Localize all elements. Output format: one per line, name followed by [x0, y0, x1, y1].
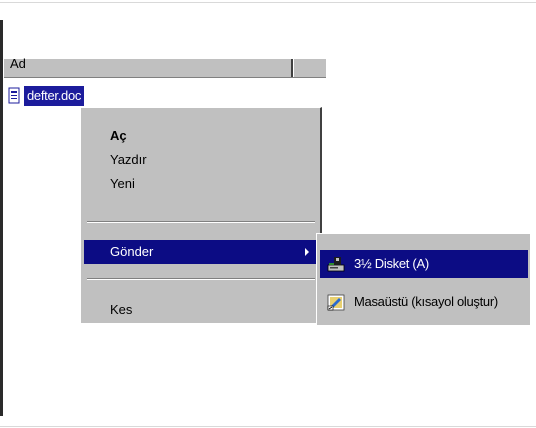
submenu-item-desktop[interactable]: Masaüstü (kısayol oluştur): [320, 288, 528, 316]
floppy-drive-icon: [327, 257, 345, 272]
menu-item-cut[interactable]: Kes: [84, 298, 317, 322]
window-left-edge: [0, 20, 3, 416]
menu-item-open[interactable]: Aç: [84, 124, 317, 148]
column-header-bar[interactable]: Ad: [4, 56, 326, 78]
bottom-rule: [0, 426, 536, 427]
submenu-item-floppy-label: 3½ Disket (A): [354, 256, 429, 271]
submenu-arrow-icon: [305, 248, 309, 256]
submenu-item-desktop-label: Masaüstü (kısayol oluştur): [354, 294, 498, 309]
menu-item-new[interactable]: Yeni: [84, 172, 317, 196]
menu-item-send-to-label: Gönder: [110, 244, 154, 259]
file-name-label[interactable]: defter.doc: [24, 86, 85, 106]
desktop-shortcut-icon: [327, 294, 345, 311]
menu-item-print[interactable]: Yazdır: [84, 148, 317, 172]
column-header-name[interactable]: Ad: [10, 56, 26, 71]
menu-separator: [87, 221, 315, 223]
column-divider-highlight: [293, 59, 294, 77]
word-document-icon: [8, 87, 20, 104]
submenu-item-floppy[interactable]: 3½ Disket (A): [320, 250, 528, 278]
send-to-submenu: 3½ Disket (A) Masaüstü (kısayol oluştur): [316, 233, 530, 325]
menu-separator: [87, 278, 315, 280]
top-rule: [0, 2, 536, 3]
context-menu: Aç Yazdır Yeni Gönder Kes: [80, 107, 322, 323]
menu-item-send-to[interactable]: Gönder: [84, 240, 317, 264]
